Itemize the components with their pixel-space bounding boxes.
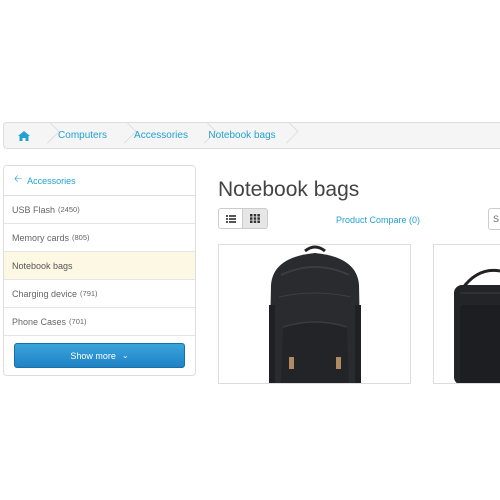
arrow-left-icon: 🡠 <box>14 174 23 185</box>
page-title: Notebook bags <box>218 178 360 201</box>
product-compare-link[interactable]: Product Compare (0) <box>336 215 420 225</box>
breadcrumb-item-accessories[interactable]: Accessories <box>121 123 201 148</box>
breadcrumb: Computers Accessories Notebook bags <box>3 122 500 149</box>
breadcrumb-label[interactable]: Computers <box>58 130 107 141</box>
show-more-button[interactable]: Show more ⌄ <box>14 343 185 368</box>
grid-view-button[interactable] <box>243 208 268 229</box>
sidebar-item-charging-device[interactable]: Charging device (791) <box>4 280 195 308</box>
show-more-label: Show more <box>70 350 116 361</box>
product-image-laptop-bag[interactable] <box>434 245 500 384</box>
breadcrumb-home[interactable] <box>4 123 44 148</box>
product-card[interactable] <box>433 244 500 384</box>
view-mode-toggle <box>218 208 268 229</box>
product-card[interactable] <box>218 244 411 384</box>
sidebar-item-count: (805) <box>72 233 90 242</box>
sidebar-back-label[interactable]: Accessories <box>27 176 76 186</box>
breadcrumb-label[interactable]: Accessories <box>134 130 188 141</box>
category-sidebar: 🡠 Accessories USB Flash (2450) Memory ca… <box>3 165 196 376</box>
sidebar-item-label: Phone Cases <box>12 316 67 327</box>
sidebar-back-link[interactable]: 🡠 Accessories <box>4 166 195 196</box>
sidebar-item-label: Notebook bags <box>12 260 73 271</box>
home-icon <box>18 130 30 141</box>
sidebar-item-usb-flash[interactable]: USB Flash (2450) <box>4 196 195 224</box>
sidebar-item-memory-cards[interactable]: Memory cards (805) <box>4 224 195 252</box>
list-icon <box>225 214 236 223</box>
breadcrumb-item-computers[interactable]: Computers <box>44 123 121 148</box>
breadcrumb-label[interactable]: Notebook bags <box>208 130 275 141</box>
sidebar-item-count: (791) <box>80 289 98 298</box>
sidebar-item-notebook-bags[interactable]: Notebook bags <box>4 252 195 280</box>
sidebar-item-label: USB Flash <box>12 204 56 215</box>
sidebar-item-count: (701) <box>69 317 87 326</box>
breadcrumb-item-notebook-bags[interactable]: Notebook bags <box>201 123 283 148</box>
sidebar-item-label: Charging device <box>12 288 78 299</box>
list-view-button[interactable] <box>218 208 243 229</box>
sidebar-item-count: (2450) <box>58 205 80 214</box>
sidebar-item-label: Memory cards <box>12 232 70 243</box>
chevron-down-icon: ⌄ <box>121 351 129 360</box>
sort-select[interactable]: S <box>488 208 500 230</box>
product-image-backpack[interactable] <box>219 245 411 384</box>
sidebar-item-phone-cases[interactable]: Phone Cases (701) <box>4 308 195 336</box>
grid-icon <box>250 214 260 223</box>
